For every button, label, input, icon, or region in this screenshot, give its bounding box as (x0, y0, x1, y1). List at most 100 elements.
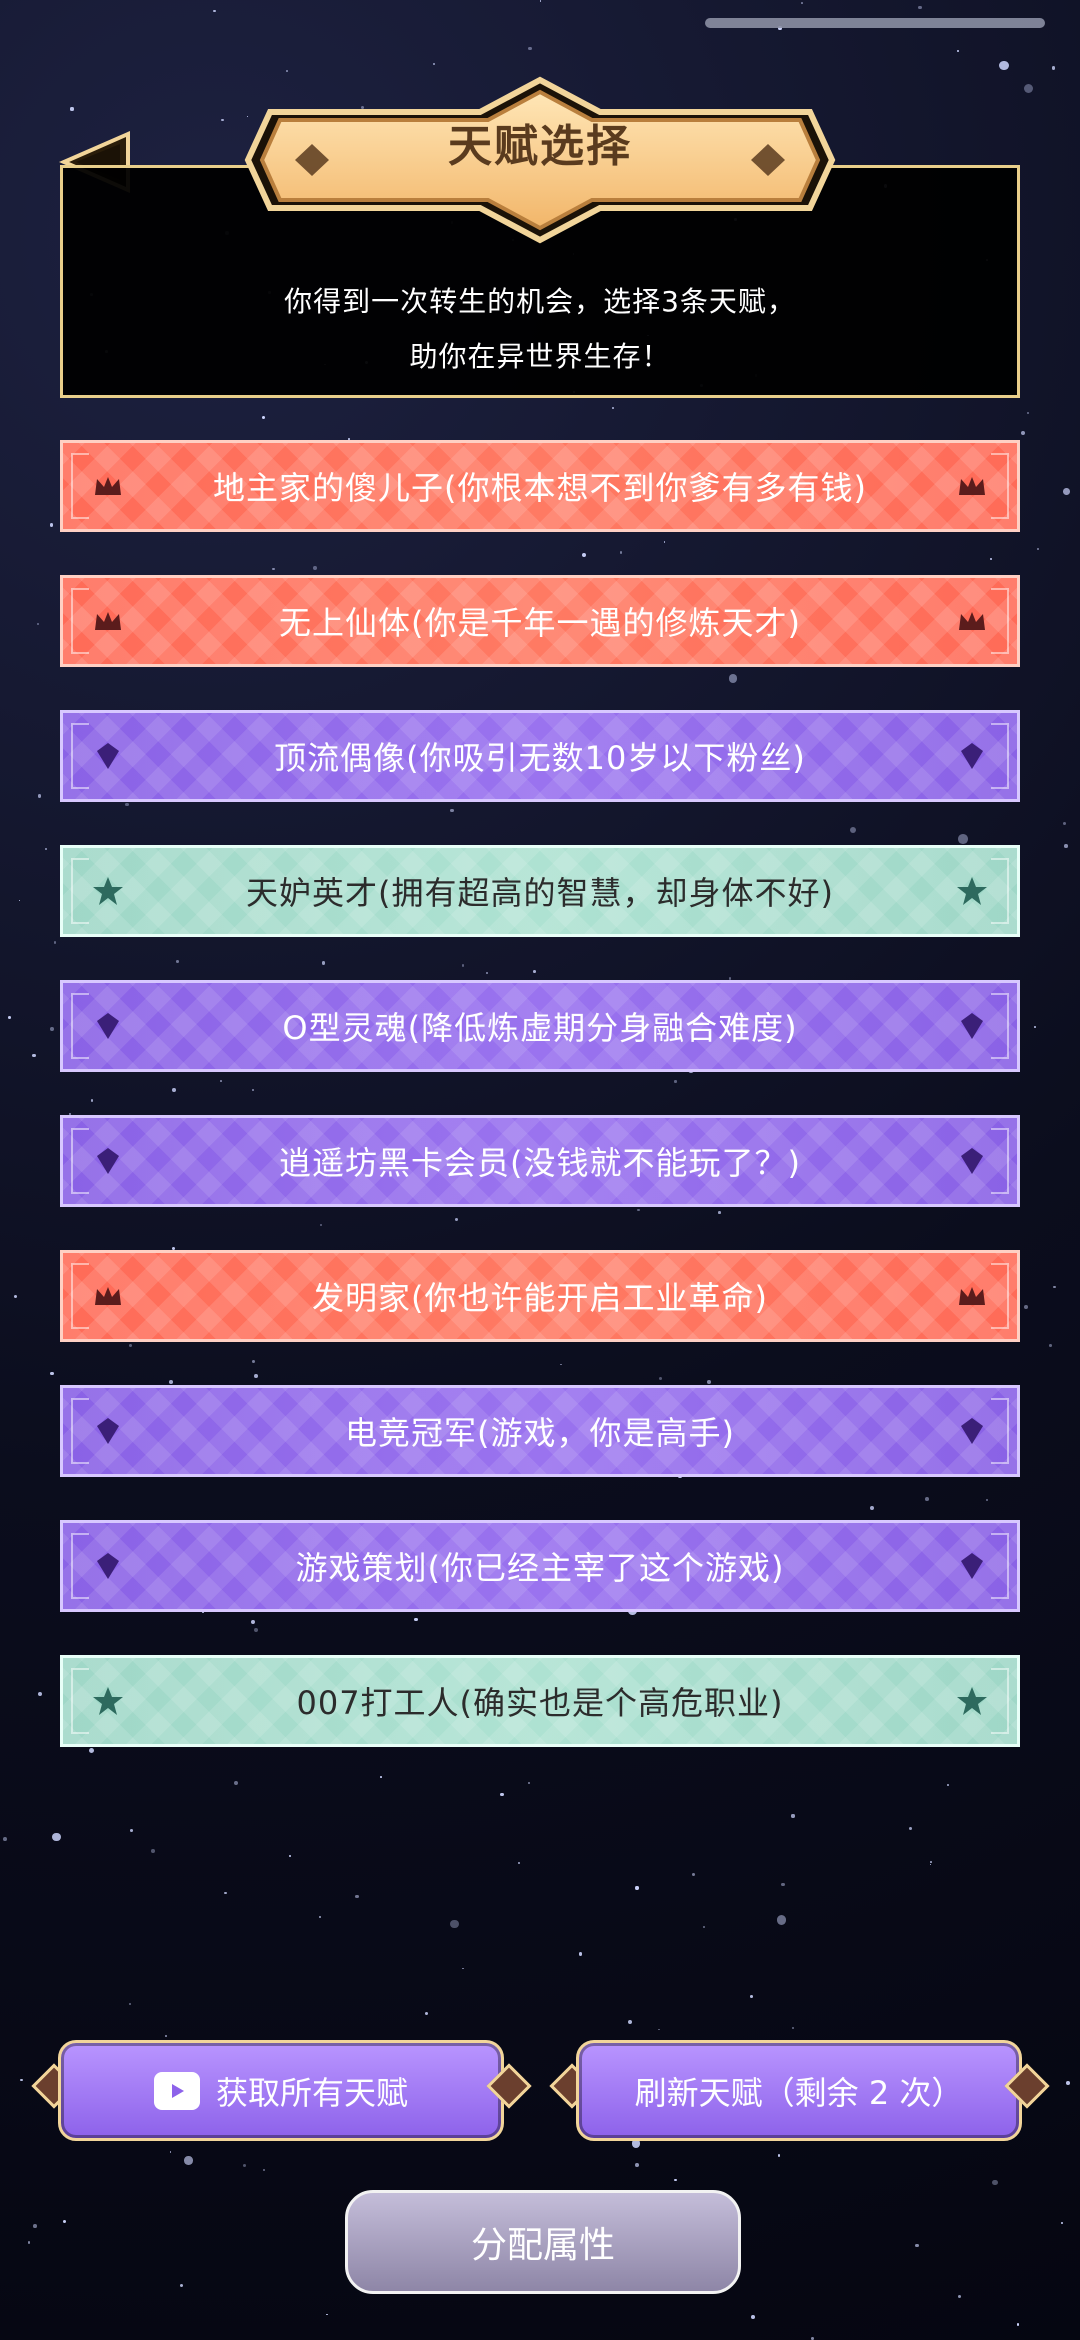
star-dot (992, 2179, 998, 2186)
star-dot (62, 2219, 66, 2223)
star-dot (414, 1618, 418, 1622)
refresh-talents-button[interactable]: 刷新天赋（剩余 2 次） (576, 2040, 1022, 2141)
allocate-attributes-button[interactable]: 分配属性 (345, 2190, 741, 2294)
star-dot (20, 2078, 23, 2082)
talent-item[interactable]: 游戏策划(你已经主宰了这个游戏) (60, 1520, 1020, 1612)
star-dot (635, 2162, 640, 2167)
star-dot (612, 407, 614, 409)
star-dot (254, 1627, 259, 1632)
star-dot (45, 847, 48, 850)
talent-item[interactable]: 发明家(你也许能开启工业革命) (60, 1250, 1020, 1342)
star-dot (1053, 1285, 1056, 1288)
talent-label: O型灵魂(降低炼虚期分身融合难度) (282, 1009, 798, 1047)
star-dot (454, 1217, 458, 1221)
diamond-icon (955, 1009, 989, 1043)
talent-item[interactable]: 顶流偶像(你吸引无数10岁以下粉丝) (60, 710, 1020, 802)
star-dot (663, 541, 666, 543)
crown-icon (91, 604, 125, 638)
star-dot (3, 1837, 8, 1841)
star-dot (262, 416, 265, 419)
star-dot (318, 1916, 321, 1919)
star-dot (989, 558, 992, 561)
crown-icon (955, 1279, 989, 1313)
talent-label: 电竞冠军(游戏，你是高手) (345, 1414, 735, 1452)
talent-item[interactable]: 天妒英才(拥有超高的智慧，却身体不好) (60, 845, 1020, 937)
star-dot (70, 107, 74, 111)
star-dot (50, 1371, 54, 1376)
talent-item[interactable]: 逍遥坊黑卡会员(没钱就不能玩了？) (60, 1115, 1020, 1207)
star-dot (957, 2294, 961, 2298)
talent-item[interactable]: 007打工人(确实也是个高危职业) (60, 1655, 1020, 1747)
crown-icon (91, 469, 125, 503)
star-dot (1016, 2323, 1020, 2326)
star-dot (33, 2224, 37, 2228)
diamond-icon (91, 1144, 125, 1178)
talent-item[interactable]: 无上仙体(你是千年一遇的修炼天才) (60, 575, 1020, 667)
star-dot (539, 0, 542, 2)
star-dot (254, 1374, 259, 1378)
star-dot (1049, 1344, 1052, 1347)
home-indicator[interactable] (705, 18, 1045, 28)
star-dot (750, 1994, 754, 1998)
star-dot (924, 1497, 929, 1502)
star-dot (986, 1499, 989, 1502)
star-dot (462, 1967, 464, 1970)
star-dot (88, 1748, 94, 1754)
star-dot (849, 827, 856, 834)
star-dot (461, 964, 465, 967)
star-dot (175, 960, 179, 964)
talent-item[interactable]: 电竞冠军(游戏，你是高手) (60, 1385, 1020, 1477)
star-dot (380, 1776, 382, 1778)
diamond-icon (955, 1549, 989, 1583)
talent-label: 发明家(你也许能开启工业革命) (312, 1279, 768, 1317)
star-dot (517, 1861, 521, 1864)
star-icon (955, 874, 989, 908)
star-dot (38, 1692, 43, 1697)
star-dot (150, 1849, 155, 1853)
star-dot (250, 1619, 256, 1625)
page-title: 天赋选择 (448, 121, 632, 172)
talent-label: 地主家的傻儿子(你根本想不到你爹有多有钱) (213, 469, 867, 507)
star-dot (1066, 2081, 1070, 2085)
star-dot (128, 1343, 132, 1347)
star-dot (781, 1883, 785, 1887)
star-dot (172, 1088, 176, 1092)
star-dot (14, 1295, 18, 1299)
talent-label: 无上仙体(你是千年一遇的修炼天才) (279, 604, 801, 642)
star-dot (1021, 431, 1026, 436)
star-dot (999, 60, 1010, 71)
star-dot (320, 1223, 323, 1226)
star-dot (325, 2313, 328, 2316)
star-dot (450, 808, 454, 813)
talent-item[interactable]: O型灵魂(降低炼虚期分身融合难度) (60, 980, 1020, 1072)
star-icon (91, 1684, 125, 1718)
star-dot (27, 2241, 31, 2245)
star-dot (1037, 548, 1040, 551)
star-dot (165, 2035, 167, 2038)
get-all-talents-button[interactable]: 获取所有天赋 (58, 2040, 504, 2141)
star-dot (432, 62, 436, 66)
star-dot (702, 1926, 705, 1929)
star-dot (313, 565, 318, 570)
star-dot (628, 2020, 632, 2024)
star-dot (751, 2315, 756, 2319)
star-dot (224, 1891, 227, 1894)
star-dot (221, 118, 224, 122)
star-dot (527, 1782, 530, 1785)
star-dot (36, 622, 40, 626)
star-dot (450, 1919, 459, 1929)
star-dot (776, 1914, 787, 1925)
talent-label: 逍遥坊黑卡会员(没钱就不能玩了？) (279, 1144, 801, 1182)
star-dot (559, 1363, 562, 1366)
star-dot (234, 1780, 238, 1785)
star-dot (918, 6, 922, 10)
talent-item[interactable]: 地主家的傻儿子(你根本想不到你爹有多有钱) (60, 440, 1020, 532)
star-dot (801, 1, 803, 4)
star-icon (955, 1684, 989, 1718)
diamond-icon (955, 1414, 989, 1448)
allocate-attributes-label: 分配属性 (470, 2225, 615, 2266)
diamond-icon (91, 1414, 125, 1448)
star-dot (52, 1832, 61, 1842)
star-dot (168, 1380, 173, 1384)
star-dot (637, 1208, 640, 1211)
